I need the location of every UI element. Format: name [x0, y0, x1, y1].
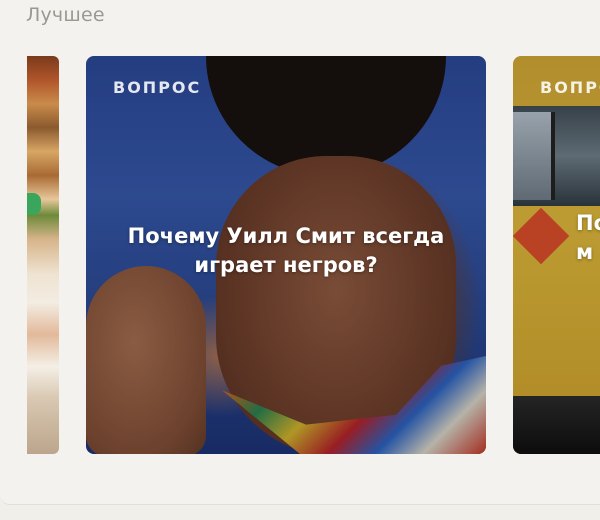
card-title[interactable]: По м — [576, 209, 600, 267]
card-question-bus[interactable]: ВОПРОС По м — [513, 56, 600, 454]
section-title: Лучшее — [26, 4, 105, 26]
best-section: ВОПРОС Почему Уилл Смит всегда играет не… — [0, 0, 600, 505]
best-carousel[interactable]: ВОПРОС Почему Уилл Смит всегда играет не… — [0, 0, 600, 504]
food-image-detail — [27, 193, 41, 215]
card-title[interactable]: Почему Уилл Смит всегда играет негров? — [106, 222, 466, 280]
card-title-line-2: м — [576, 240, 594, 264]
card-title-line-1: По — [576, 211, 600, 235]
card-tag-label: ВОПРОС — [113, 78, 202, 97]
card-food[interactable] — [27, 56, 59, 454]
card-tag-label: ВОПРОС — [540, 78, 600, 97]
card-question-will-smith[interactable]: ВОПРОС Почему Уилл Смит всегда играет не… — [86, 56, 486, 454]
